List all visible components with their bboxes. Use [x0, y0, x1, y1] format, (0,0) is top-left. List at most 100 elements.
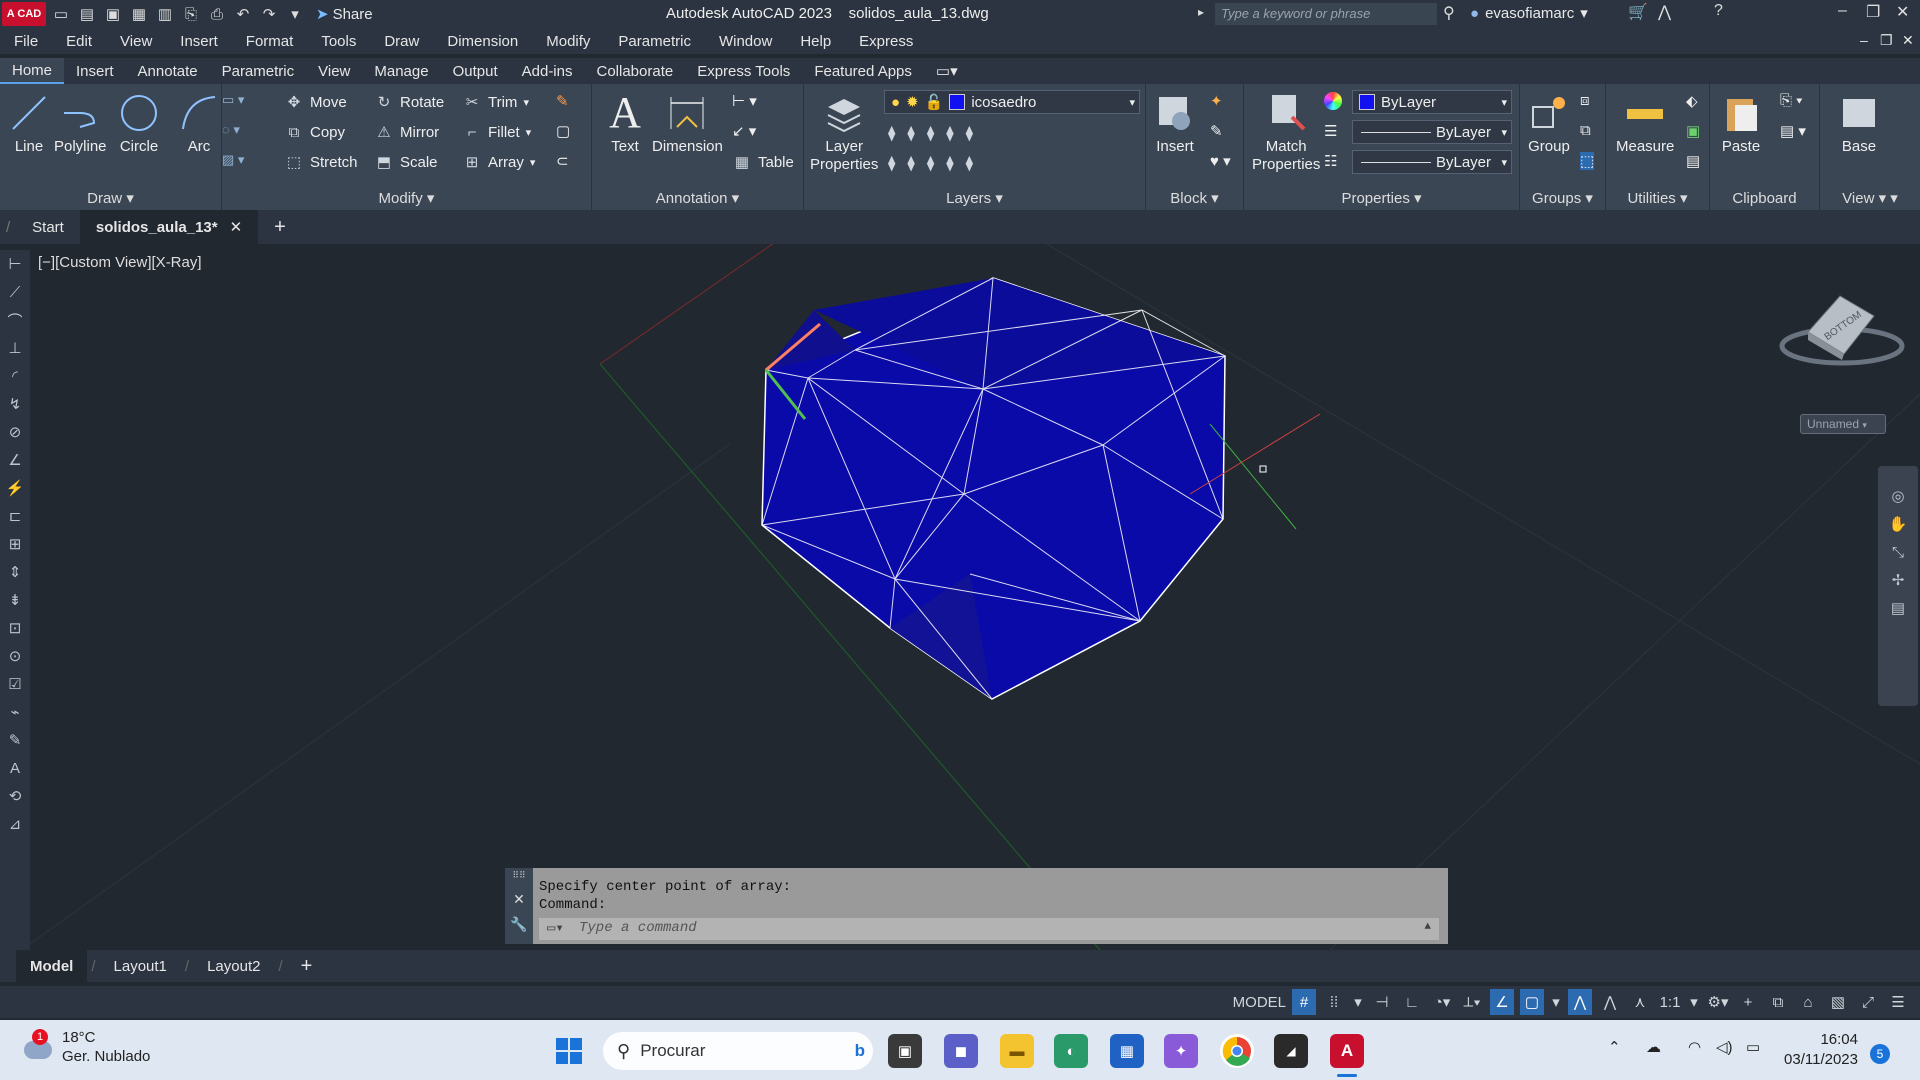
insert-tool[interactable]: Insert [1152, 90, 1198, 156]
model-space-toggle[interactable]: MODEL [1233, 989, 1286, 1015]
dim-edit-icon[interactable]: ✎ [0, 726, 30, 754]
save-as-icon[interactable]: ▦ [128, 3, 150, 25]
baseline-dim-icon[interactable]: ⊏ [0, 502, 30, 530]
menu-insert[interactable]: Insert [180, 33, 218, 50]
rectangle-icon[interactable]: ▭ ▾ [222, 92, 244, 108]
menu-edit[interactable]: Edit [66, 33, 92, 50]
offset-icon[interactable]: ⊂ [556, 152, 569, 170]
export-icon[interactable]: ▥ [154, 3, 176, 25]
grid-icon[interactable]: # [1292, 989, 1316, 1015]
dim-text-edit-icon[interactable]: A [0, 754, 30, 782]
new-tab-icon[interactable]: + [258, 210, 302, 244]
dimension-tool[interactable]: Dimension [652, 90, 723, 156]
base-view-tool[interactable]: Base [1836, 90, 1882, 156]
array-tool[interactable]: ⊞ Array ▾ [462, 152, 536, 172]
close-tab-icon[interactable]: ✕ [230, 218, 243, 236]
tab-add-ins[interactable]: Add-ins [510, 58, 585, 84]
onedrive-icon[interactable]: ☁ [1646, 1038, 1661, 1056]
command-line-handle[interactable]: ⠿⠿ ✕ 🔧 [505, 868, 533, 944]
layer-tools-row-1[interactable]: ⧫⧫⧫⧫⧫ [888, 124, 985, 142]
customize-status-icon[interactable]: ☰ [1886, 989, 1910, 1015]
infer-constraints-icon[interactable]: ⊣ [1370, 989, 1394, 1015]
edit-block-icon[interactable]: ✎ [1210, 122, 1223, 140]
undo-icon[interactable]: ↶ [232, 3, 254, 25]
color-dropdown[interactable]: ByLayer ▾ [1352, 90, 1512, 114]
annotation-visibility-icon[interactable]: ⋀ [1568, 989, 1592, 1015]
help-search-input[interactable]: Type a keyword or phrase [1215, 3, 1437, 25]
copy-clip-icon[interactable]: ⎘ ▾ [1780, 92, 1802, 109]
layout1-tab[interactable]: Layout1 [100, 950, 181, 982]
tab-featured-apps[interactable]: Featured Apps [802, 58, 924, 84]
jogged-linear-icon[interactable]: ⌁ [0, 698, 30, 726]
layer-dropdown[interactable]: ● ✹ 🔓 icosaedro ▾ [884, 90, 1140, 114]
draw-panel-title[interactable]: Draw ▾ [0, 188, 221, 210]
group-tool[interactable]: Group [1526, 90, 1572, 156]
close-command-icon[interactable]: ✕ [505, 881, 533, 908]
tray-overflow-icon[interactable]: ⌃ [1608, 1038, 1621, 1056]
properties-panel-title[interactable]: Properties ▾ [1244, 188, 1519, 210]
stretch-tool[interactable]: ⬚ Stretch [284, 152, 358, 172]
workspace-gear-icon[interactable]: ⚙▾ [1706, 989, 1730, 1015]
menu-dimension[interactable]: Dimension [447, 33, 518, 50]
select-all-icon[interactable]: ▣ [1686, 122, 1700, 140]
aligned-dim-icon[interactable]: ⟋ [0, 278, 30, 306]
annotation-monitor-icon[interactable]: + [1736, 989, 1760, 1015]
snap-dropdown-icon[interactable]: ▾ [1352, 989, 1364, 1015]
layer-properties-tool[interactable]: Layer Properties [810, 90, 878, 174]
doc-restore-icon[interactable]: ❐ [1880, 32, 1893, 49]
menu-file[interactable]: File [14, 33, 38, 50]
polyline-tool[interactable]: Polyline [54, 90, 107, 156]
new-layout-icon[interactable]: + [287, 950, 327, 982]
task-view-icon[interactable]: ▣ [888, 1034, 922, 1068]
create-block-icon[interactable]: ✦ [1210, 92, 1223, 110]
search-icon[interactable]: ⚲ [1443, 3, 1455, 23]
menu-format[interactable]: Format [246, 33, 294, 50]
circle-tool[interactable]: Circle [116, 90, 162, 156]
save-icon[interactable]: ▣ [102, 3, 124, 25]
command-input[interactable]: ▭▾ Type a command ▲ [539, 918, 1439, 940]
dim-space-icon[interactable]: ⇕ [0, 558, 30, 586]
line-tool[interactable]: Line [6, 90, 52, 156]
move-tool[interactable]: ✥ Move [284, 92, 347, 112]
linear-dim-icon[interactable]: ⊢ [0, 250, 30, 278]
lineweight-dropdown[interactable]: ByLayer ▾ [1352, 120, 1512, 144]
layer-tools-row-2[interactable]: ⧫⧫⧫⧫⧫ [888, 154, 985, 172]
autocad-lt-icon[interactable]: ◢ [1274, 1034, 1308, 1068]
battery-icon[interactable]: ▭ [1746, 1038, 1760, 1056]
help-icon[interactable]: ? [1714, 2, 1723, 20]
tab-view[interactable]: View [306, 58, 362, 84]
redo-icon[interactable]: ↷ [258, 3, 280, 25]
paste-tool[interactable]: Paste [1718, 90, 1764, 156]
utilities-panel-title[interactable]: Utilities ▾ [1606, 188, 1709, 210]
model-tab[interactable]: Model [16, 950, 88, 982]
auto-scale-icon[interactable]: ⋀ [1598, 989, 1622, 1015]
ungroup-icon[interactable]: ⧈ [1580, 92, 1590, 109]
isolate-objects-icon[interactable]: ▧ [1826, 989, 1850, 1015]
continue-dim-icon[interactable]: ⊞ [0, 530, 30, 558]
copilot-icon[interactable]: ✦ [1164, 1034, 1198, 1068]
erase-icon[interactable]: ✎ [556, 92, 569, 110]
annotation-panel-title[interactable]: Annotation ▾ [592, 188, 803, 210]
measure-tool[interactable]: Measure [1616, 90, 1674, 156]
notification-badge[interactable]: 5 [1870, 1044, 1890, 1064]
drawing-viewport[interactable]: BOTTOM [−][Custom View][X-Ray] Unnamed ▾… [30, 244, 1920, 950]
tab-collaborate[interactable]: Collaborate [584, 58, 685, 84]
tab-manage[interactable]: Manage [362, 58, 440, 84]
tab-menu-icon[interactable]: / [0, 210, 16, 244]
qat-dropdown-icon[interactable]: ▾ [284, 3, 306, 25]
expand-arrow-icon[interactable]: ▸ [1198, 5, 1204, 19]
arc-tool[interactable]: Arc [176, 90, 222, 156]
jogged-dim-icon[interactable]: ↯ [0, 390, 30, 418]
orbit-icon[interactable]: ✢ [1878, 566, 1918, 594]
autodesk-icon[interactable]: ⋀ [1658, 2, 1671, 22]
edge-icon[interactable]: ◐ [1054, 1034, 1088, 1068]
block-panel-title[interactable]: Block ▾ [1146, 188, 1243, 210]
teams-icon[interactable]: ◼ [944, 1034, 978, 1068]
menu-draw[interactable]: Draw [384, 33, 419, 50]
start-tab[interactable]: Start [16, 210, 80, 244]
group-select-icon[interactable]: ⬚ [1580, 152, 1595, 170]
menu-parametric[interactable]: Parametric [618, 33, 691, 50]
color-wheel-icon[interactable] [1324, 92, 1342, 110]
radius-dim-icon[interactable]: ◜ [0, 362, 30, 390]
cut-icon[interactable]: ▤ ▾ [1780, 122, 1806, 140]
